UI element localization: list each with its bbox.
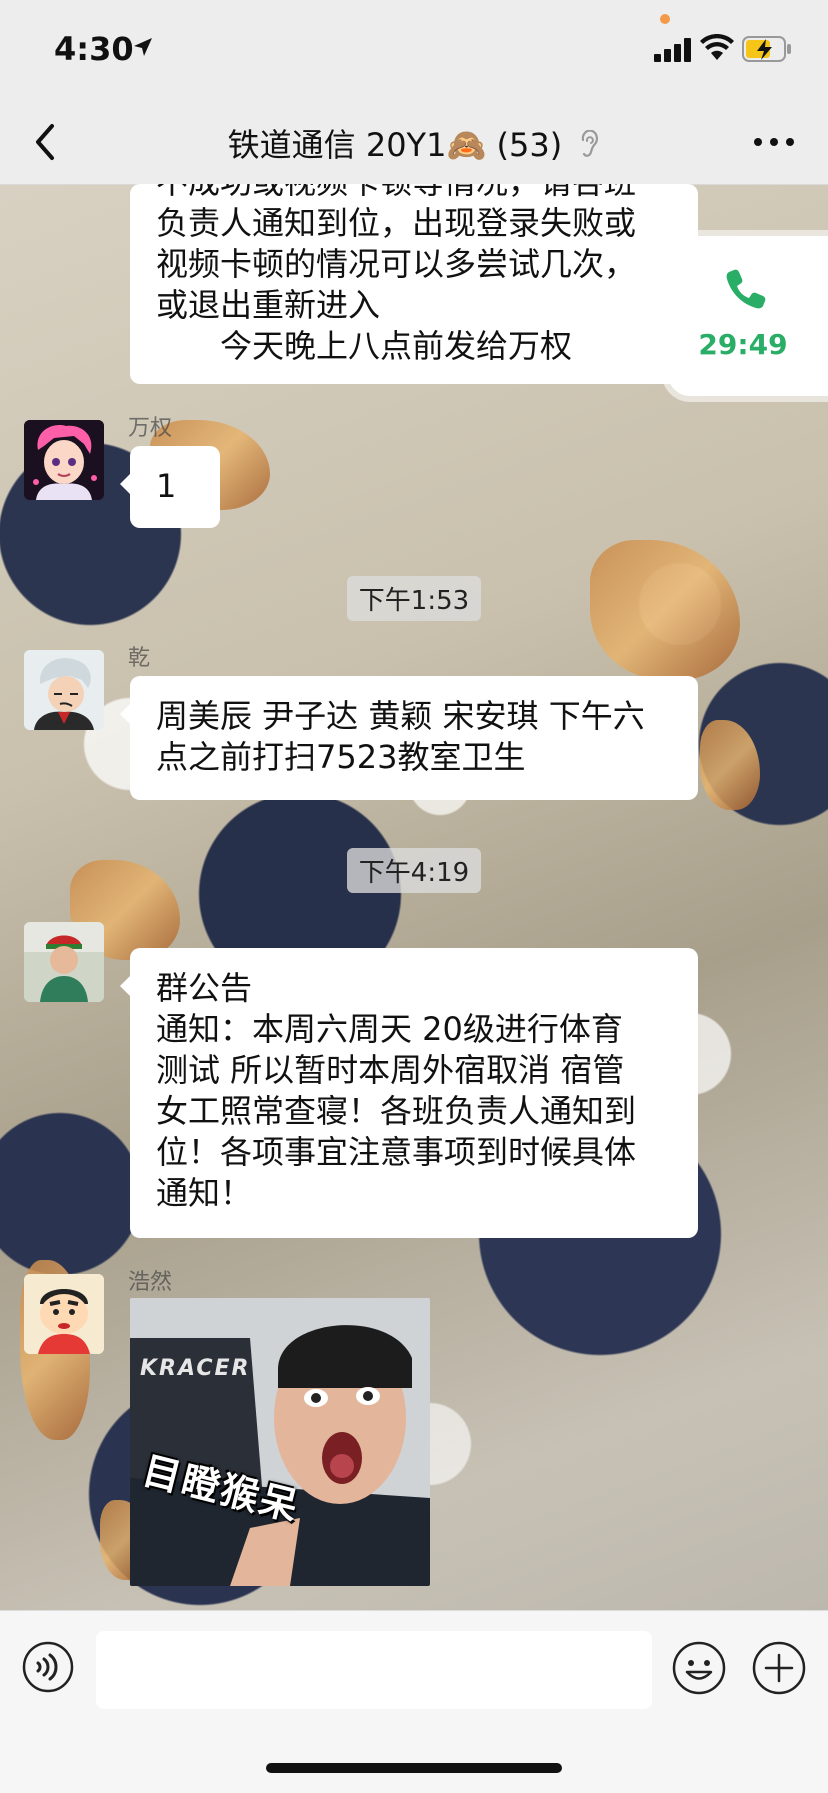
ear-mode-icon xyxy=(582,130,599,157)
avatar[interactable] xyxy=(24,922,104,1002)
timestamp-text: 下午4:19 xyxy=(346,848,482,893)
location-arrow-icon xyxy=(134,38,152,56)
message-bubble[interactable]: 周美辰 尹子达 黄颖 宋安琪 下午六 点之前打扫7523教室卫生 xyxy=(120,676,698,800)
message-line: 通知！ xyxy=(156,1174,253,1212)
message-line: 不成功或视频卡顿等情况，请各班 xyxy=(156,184,672,203)
chat-header: 铁道通信 20Y1🙈 (53) xyxy=(0,100,828,185)
status-bar: 4:30 xyxy=(0,0,828,100)
voice-input-icon[interactable] xyxy=(22,1641,74,1693)
message-line: 点之前打扫7523教室卫生 xyxy=(156,738,526,776)
avatar[interactable] xyxy=(24,650,104,730)
avatar[interactable] xyxy=(24,420,104,500)
wifi-icon xyxy=(700,34,734,60)
message-text: 1 xyxy=(156,467,177,505)
message-text-input[interactable] xyxy=(96,1631,652,1709)
message-line: 今天晚上八点前发给万权 xyxy=(156,327,573,365)
call-duration: 29:49 xyxy=(698,328,788,361)
plus-icon[interactable] xyxy=(752,1641,806,1695)
message-line: 测试 所以暂时本周外宿取消 宿管 xyxy=(156,1051,625,1089)
message-line: 位！各项事宜注意事项到时候具体 xyxy=(156,1133,637,1171)
message-line: 女工照常查寝！各班负责人通知到 xyxy=(156,1092,637,1130)
cellular-signal-icon xyxy=(654,38,691,62)
sender-name: 浩然 xyxy=(128,1270,173,1295)
message-line: 周美辰 尹子达 黄颖 宋安琪 下午六 xyxy=(156,697,645,735)
message-bubble[interactable]: 不成功或视频卡顿等情况，请各班 负责人通知到位，出现登录失败或 视频卡顿的情况可… xyxy=(130,184,698,384)
more-options-icon[interactable] xyxy=(746,120,802,164)
chat-title[interactable]: 铁道通信 20Y1🙈 (53) xyxy=(0,120,828,166)
monkey-emoji: 🙈 xyxy=(446,126,487,164)
status-time: 4:30 xyxy=(54,30,134,68)
voice-call-floating-widget[interactable]: 29:49 xyxy=(668,236,828,396)
sender-name: 万权 xyxy=(128,416,173,441)
anime-character-avatar-icon xyxy=(24,650,104,730)
message-line: 负责人通知到位，出现登录失败或 xyxy=(156,204,637,242)
emoji-icon[interactable] xyxy=(672,1641,726,1695)
home-indicator[interactable] xyxy=(266,1763,562,1773)
child-photo-avatar-icon xyxy=(24,922,104,1002)
announcement-heading: 群公告 xyxy=(156,969,253,1007)
sticker-image[interactable]: KRACER 目瞪猴呆 xyxy=(130,1298,430,1586)
phone-icon xyxy=(726,269,766,309)
message-line: 通知：本周六周天 20级进行体育 xyxy=(156,1010,623,1048)
crayon-shinchan-avatar-icon xyxy=(24,1274,104,1354)
sender-name: 乾 xyxy=(128,646,151,671)
message-line: 视频卡顿的情况可以多尝试几次， xyxy=(156,245,637,283)
group-name: 铁道通信 20Y1 xyxy=(227,126,447,164)
anime-girl-avatar-icon xyxy=(24,420,104,500)
sticker-chair-brand: KRACER xyxy=(140,1356,251,1381)
message-line: 或退出重新进入 xyxy=(156,286,381,324)
message-bubble[interactable]: 1 xyxy=(120,446,220,528)
member-count: (53) xyxy=(496,126,563,164)
surprised-man-sticker-icon xyxy=(130,1298,430,1586)
battery-charging-icon xyxy=(742,36,791,62)
timestamp-text: 下午1:53 xyxy=(346,576,482,621)
group-announcement-bubble[interactable]: 群公告 通知：本周六周天 20级进行体育 测试 所以暂时本周外宿取消 宿管 女工… xyxy=(120,948,698,1238)
avatar[interactable] xyxy=(24,1274,104,1354)
message-timestamp: 下午4:19 xyxy=(0,848,828,893)
message-timestamp: 下午1:53 xyxy=(0,576,828,621)
privacy-indicator-dot xyxy=(660,14,670,24)
